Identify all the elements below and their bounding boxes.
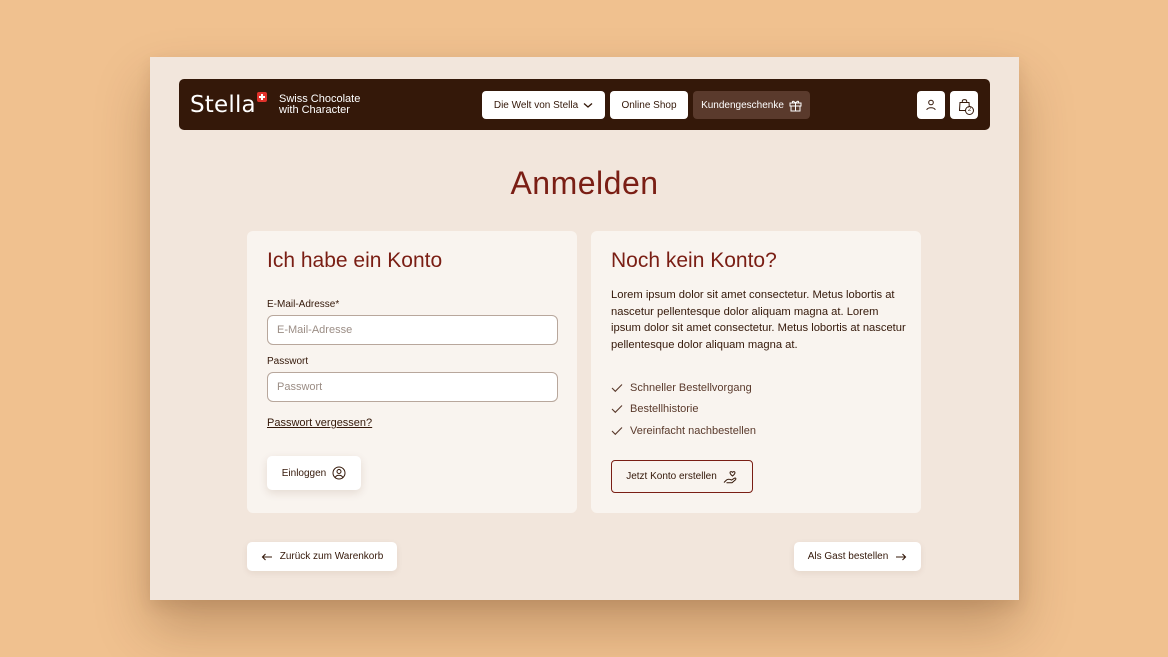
- page-title: Anmelden: [510, 165, 659, 201]
- logo-wordmark: Stella: [190, 92, 256, 118]
- guest-checkout-button[interactable]: Als Gast bestellen: [794, 542, 921, 571]
- email-label: E-Mail-Adresse*: [267, 299, 340, 310]
- login-button[interactable]: Einloggen: [267, 456, 361, 490]
- list-item: Bestellhistorie: [611, 399, 756, 421]
- arrow-right-icon: [896, 553, 907, 560]
- top-navigation-bar: Stella Swiss Chocolate with Character Di…: [179, 79, 990, 130]
- user-icon: [926, 99, 936, 111]
- hand-heart-icon: [723, 470, 737, 483]
- benefit-label: Vereinfacht nachbestellen: [630, 424, 756, 437]
- account-button[interactable]: [917, 91, 945, 119]
- register-description: Lorem ipsum dolor sit amet consectetur. …: [611, 289, 906, 351]
- tagline: Swiss Chocolate with Character: [279, 94, 360, 116]
- register-card: Noch kein Konto? Lorem ipsum dolor sit a…: [591, 231, 921, 513]
- user-circle-icon: [332, 466, 346, 480]
- checkmark-icon: [611, 405, 623, 414]
- password-label: Passwort: [267, 356, 309, 367]
- back-to-cart-button[interactable]: Zurück zum Warenkorb: [247, 542, 397, 571]
- forgot-password-link[interactable]: Passwort vergessen?: [267, 417, 372, 429]
- chevron-down-icon: [583, 102, 593, 108]
- benefit-label: Bestellhistorie: [630, 403, 699, 416]
- login-card-title: Ich habe ein Konto: [267, 249, 443, 272]
- nav-welt-label: Die Welt von Stella: [493, 99, 579, 111]
- login-button-label: Einloggen: [281, 467, 327, 479]
- password-field[interactable]: [267, 372, 558, 402]
- email-field[interactable]: [267, 315, 558, 345]
- nav-die-welt-von-stella-dropdown[interactable]: Die Welt von Stella: [482, 91, 605, 119]
- list-item: Vereinfacht nachbestellen: [611, 420, 756, 442]
- checkmark-icon: [611, 426, 623, 435]
- benefit-label: Schneller Bestellvorgang: [630, 381, 752, 394]
- gift-icon: [789, 100, 802, 111]
- nav-shop-label: Online Shop: [621, 99, 677, 111]
- create-account-label: Jetzt Konto erstellen: [626, 471, 717, 482]
- nav-online-shop[interactable]: Online Shop: [610, 91, 688, 119]
- cart-count-badge: 2: [965, 106, 974, 115]
- cart-button[interactable]: 2: [950, 91, 978, 119]
- app-window: Stella Swiss Chocolate with Character Di…: [150, 57, 1019, 600]
- back-to-cart-label: Zurück zum Warenkorb: [279, 551, 384, 562]
- stella-logo[interactable]: Stella: [190, 90, 267, 120]
- login-card: Ich habe ein Konto E-Mail-Adresse* Passw…: [247, 231, 577, 513]
- nav-gifts-label: Kundengeschenke: [701, 99, 784, 111]
- guest-checkout-label: Als Gast bestellen: [807, 551, 889, 562]
- checkmark-icon: [611, 383, 623, 392]
- tagline-line-2: with Character: [279, 104, 350, 116]
- arrow-left-icon: [261, 553, 272, 560]
- register-card-title: Noch kein Konto?: [611, 249, 777, 272]
- create-account-button[interactable]: Jetzt Konto erstellen: [611, 460, 753, 493]
- benefits-list: Schneller Bestellvorgang Bestellhistorie…: [611, 377, 756, 442]
- list-item: Schneller Bestellvorgang: [611, 377, 756, 399]
- swiss-cross-icon: [256, 92, 267, 102]
- nav-kundengeschenke[interactable]: Kundengeschenke: [693, 91, 810, 119]
